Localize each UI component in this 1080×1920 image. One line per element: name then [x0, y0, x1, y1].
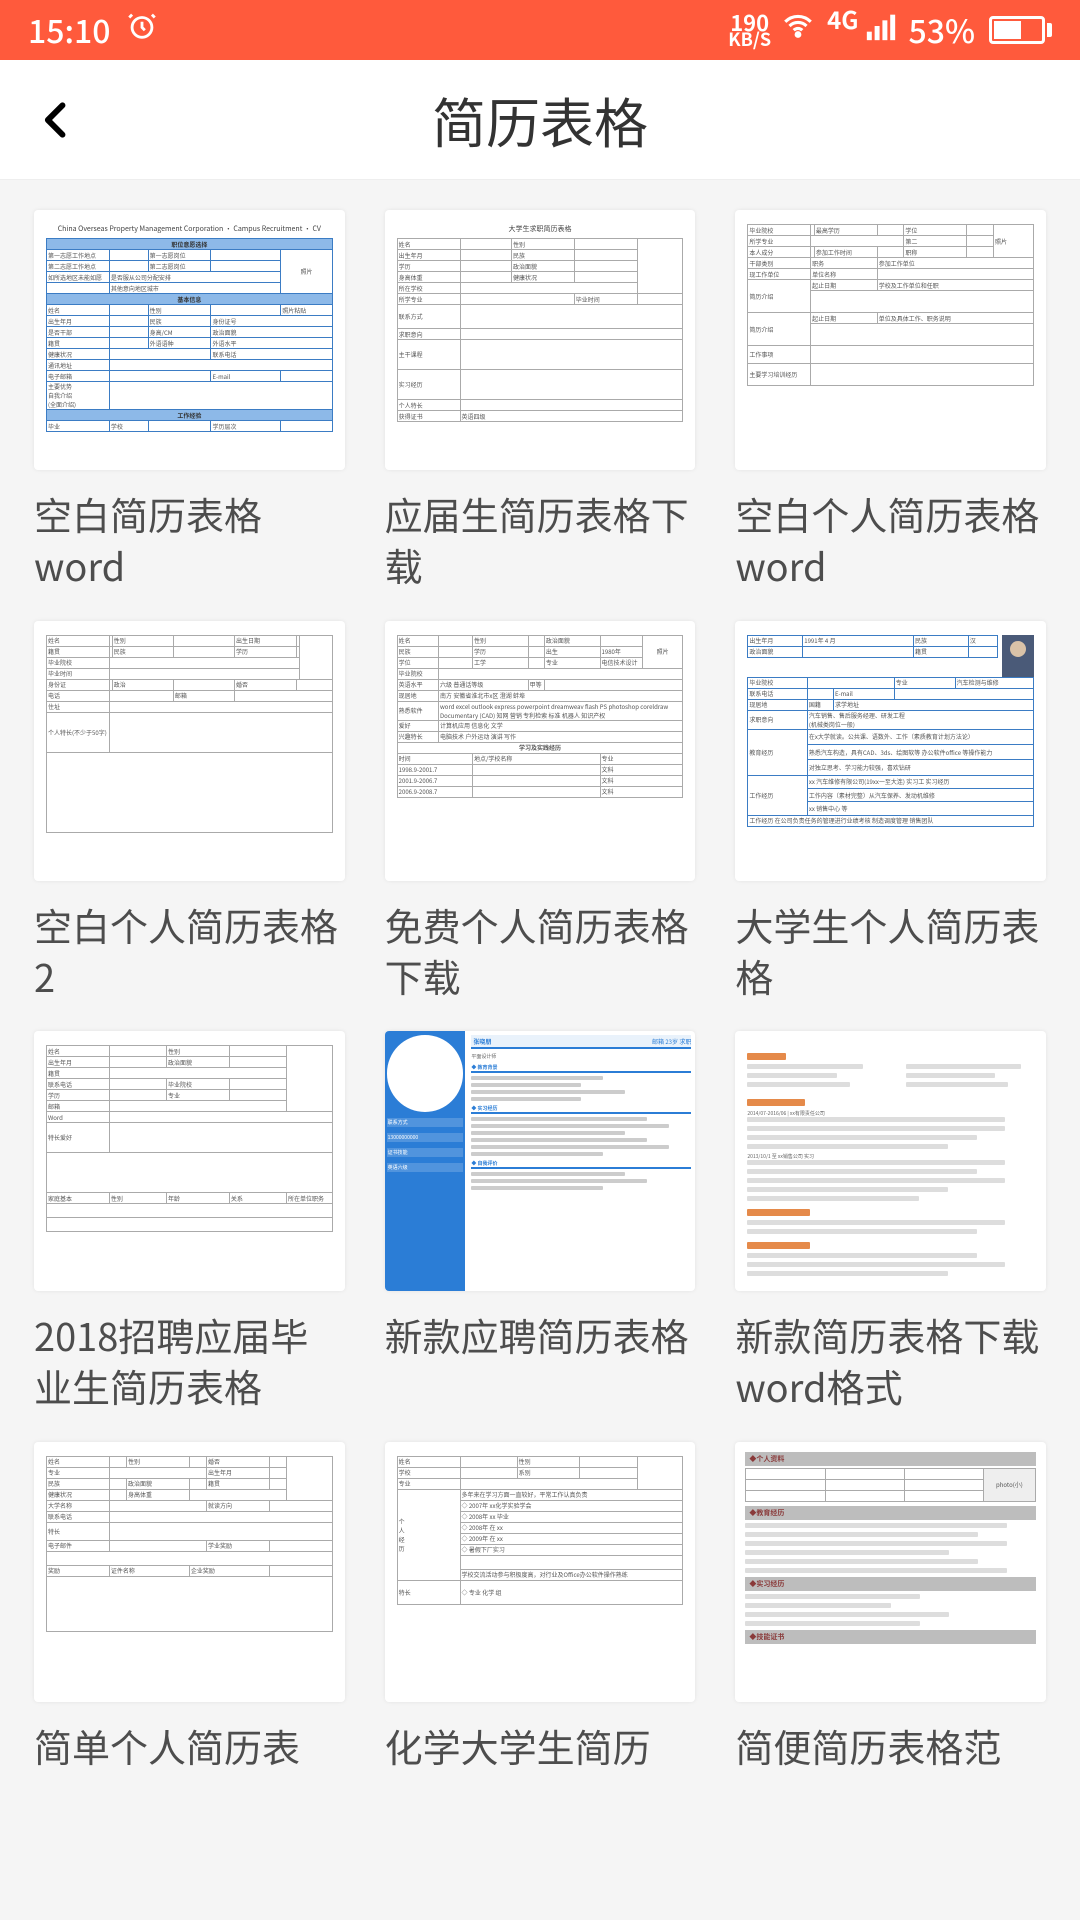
template-title: 新款简历表格下载word格式 [735, 1309, 1046, 1412]
template-title: 新款应聘简历表格 [385, 1309, 696, 1409]
template-thumb: 姓名性别政治面貌照片 民族学历出生1980年 学位工学专业电信技术设计 毕业院校… [385, 621, 696, 881]
back-button[interactable] [12, 75, 102, 165]
template-thumb: 大学生求职简历表格 姓名性别 出生年月民族 学历政治面貌 身高体重健康状况 所在… [385, 210, 696, 470]
template-thumb: China Overseas Property Management Corpo… [34, 210, 345, 470]
battery-text: 53% [908, 7, 975, 53]
template-title: 2018招聘应届毕业生简历表格 [34, 1309, 345, 1412]
template-thumb: 毕业院校最高学历学位照片 所学专业第二 本人成分参加工作时间职称 干部类别职务参… [735, 210, 1046, 470]
template-card[interactable]: 2014/07-2016/06 | xx有限责任公司 2013/10/1 至 x… [735, 1031, 1046, 1412]
template-card[interactable]: 出生年月1991年 4 月民族汉 政治面貌籍贯 毕业院校专业汽车检测与维修 联系… [735, 621, 1046, 1002]
status-right: 190 KB/S 4G 53% [728, 7, 1052, 53]
alarm-icon [125, 7, 159, 53]
template-thumb: ◆个人资料 photo(小) ◆教育经历 ◆实习经历 ◆技能证书 [735, 1442, 1046, 1702]
template-title: 简单个人简历表 [34, 1720, 345, 1820]
app-header: 简历表格 [0, 60, 1080, 180]
template-card[interactable]: 联系方式 13000000000 证书技能 英语六级 张晓朋 邮箱 23岁 求职… [385, 1031, 696, 1412]
network-speed: 190 KB/S [728, 13, 771, 47]
wifi-icon [781, 7, 815, 53]
signal-icon [864, 7, 898, 53]
template-card[interactable]: 毕业院校最高学历学位照片 所学专业第二 本人成分参加工作时间职称 干部类别职务参… [735, 210, 1046, 591]
battery-icon [985, 16, 1052, 44]
page-title: 简历表格 [432, 80, 648, 159]
template-thumb: 2014/07-2016/06 | xx有限责任公司 2013/10/1 至 x… [735, 1031, 1046, 1291]
template-card[interactable]: 姓名性别婚否 专业出生年月 民族政治面貌籍贯 健康状况身高体重 大学名称就读方向… [34, 1442, 345, 1820]
template-card[interactable]: 姓名性别 学校系别 专业 个人经历多年来在学习方面一直较好，平常工作认真负责 ◇… [385, 1442, 696, 1820]
template-thumb: 姓名性别出生日期 籍贯民族学历 毕业院校 毕业时间 身份证政治婚否 电话邮箱 住… [34, 621, 345, 881]
template-card[interactable]: 大学生求职简历表格 姓名性别 出生年月民族 学历政治面貌 身高体重健康状况 所在… [385, 210, 696, 591]
template-thumb: 姓名性别 学校系别 专业 个人经历多年来在学习方面一直较好，平常工作认真负责 ◇… [385, 1442, 696, 1702]
template-title: 化学大学生简历 [385, 1720, 696, 1820]
template-title: 大学生个人简历表格 [735, 899, 1046, 1002]
template-card[interactable]: 姓名性别 出生年月政治面貌 籍贯 联系电话毕业院校 学历专业 邮箱 Word 特… [34, 1031, 345, 1412]
template-title: 空白个人简历表格2 [34, 899, 345, 1002]
template-grid: China Overseas Property Management Corpo… [0, 180, 1080, 1820]
template-card[interactable]: ◆个人资料 photo(小) ◆教育经历 ◆实习经历 ◆技能证书 简便简历表格范 [735, 1442, 1046, 1820]
template-card[interactable]: China Overseas Property Management Corpo… [34, 210, 345, 591]
network-type: 4G [827, 7, 858, 31]
template-title: 空白个人简历表格word [735, 488, 1046, 591]
template-card[interactable]: 姓名性别出生日期 籍贯民族学历 毕业院校 毕业时间 身份证政治婚否 电话邮箱 住… [34, 621, 345, 1002]
template-title: 简便简历表格范 [735, 1720, 1046, 1820]
speed-unit: KB/S [728, 32, 771, 47]
template-thumb: 姓名性别 出生年月政治面貌 籍贯 联系电话毕业院校 学历专业 邮箱 Word 特… [34, 1031, 345, 1291]
template-thumb: 姓名性别婚否 专业出生年月 民族政治面貌籍贯 健康状况身高体重 大学名称就读方向… [34, 1442, 345, 1702]
template-card[interactable]: 姓名性别政治面貌照片 民族学历出生1980年 学位工学专业电信技术设计 毕业院校… [385, 621, 696, 1002]
template-title: 免费个人简历表格下载 [385, 899, 696, 1002]
clock-text: 15:10 [28, 7, 111, 53]
template-title: 应届生简历表格下载 [385, 488, 696, 591]
template-thumb: 联系方式 13000000000 证书技能 英语六级 张晓朋 邮箱 23岁 求职… [385, 1031, 696, 1291]
template-title: 空白简历表格word [34, 488, 345, 591]
status-left: 15:10 [28, 7, 159, 53]
template-thumb: 出生年月1991年 4 月民族汉 政治面貌籍贯 毕业院校专业汽车检测与维修 联系… [735, 621, 1046, 881]
status-bar: 15:10 190 KB/S 4G 53% [0, 0, 1080, 60]
